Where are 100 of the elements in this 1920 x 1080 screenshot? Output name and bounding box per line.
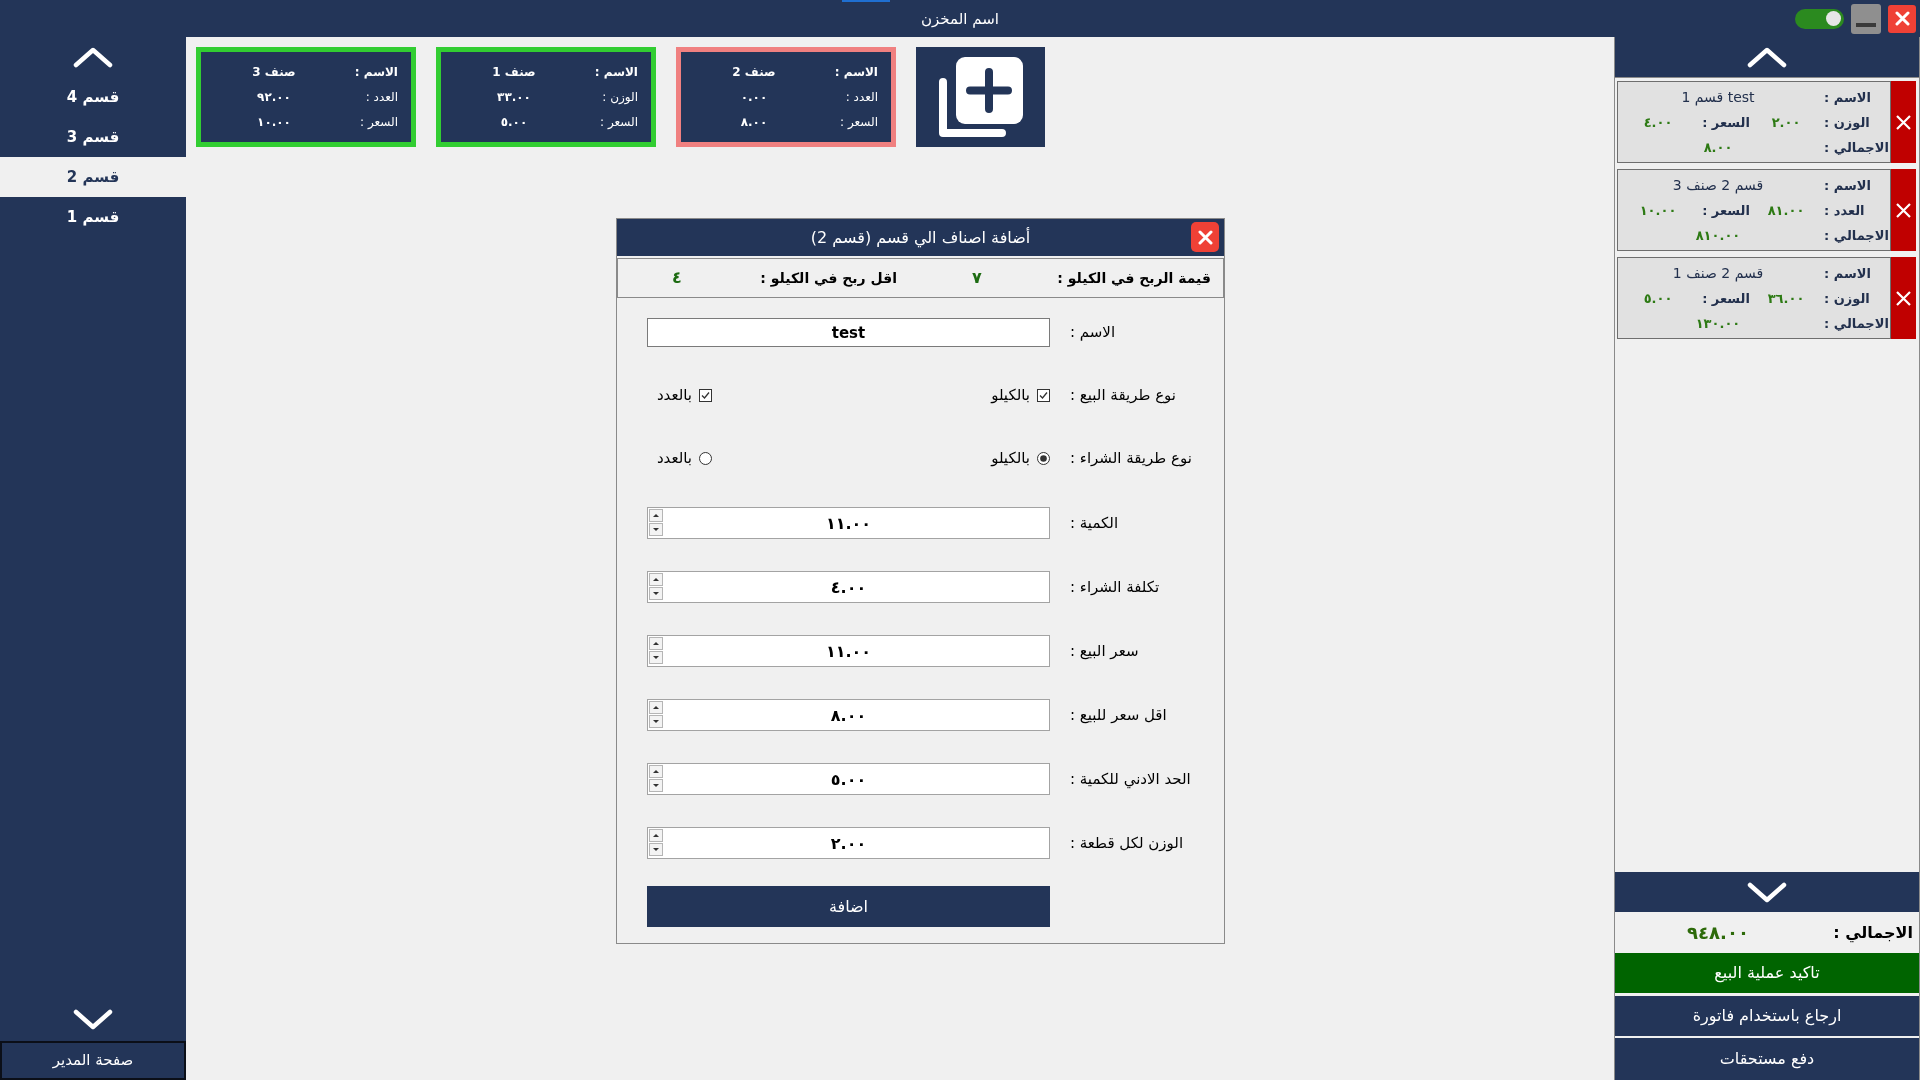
remove-button[interactable] <box>1891 81 1916 163</box>
checkbox[interactable] <box>1037 388 1050 402</box>
dialog-title: أضافة اصناف الي قسم (قسم 2) <box>810 226 1031 250</box>
number-field[interactable]: ٨.٠٠ <box>647 699 1050 731</box>
action-button[interactable]: ارجاع باستخدام فاتورة <box>1615 996 1919 1036</box>
remove-button[interactable] <box>1891 169 1916 251</box>
cart-label: السعر : <box>1701 289 1751 308</box>
grand-total-value: ٩٤٨.٠٠ <box>1686 921 1750 945</box>
add-item-button[interactable] <box>916 47 1045 147</box>
card-label: السعر : <box>839 113 878 131</box>
cart-label: الاسم : <box>1823 176 1872 195</box>
caret-up-icon <box>653 514 659 517</box>
action-button[interactable]: دفع مستحقات <box>1615 1038 1919 1080</box>
chevron-down-icon <box>1747 881 1787 903</box>
remove-button[interactable] <box>1891 257 1916 339</box>
card-label: السعر : <box>599 113 638 131</box>
cart-value: ١٣٠.٠٠ <box>1694 314 1742 333</box>
cart-label: السعر : <box>1701 201 1751 220</box>
card-value: ٥.٠٠ <box>499 113 529 131</box>
grand-total-label: الاجمالي : <box>1832 921 1914 945</box>
card-label: العدد : <box>364 88 398 106</box>
chevron-up-icon <box>1747 46 1787 68</box>
radio-button[interactable] <box>1037 451 1050 465</box>
card-value: صنف 3 <box>251 63 297 81</box>
admin-page-button[interactable]: صفحة المدير <box>0 1041 186 1080</box>
cart-label: الوزن : <box>1823 113 1871 132</box>
close-icon <box>1894 11 1910 26</box>
cart-value: ٢.٠٠ <box>1770 113 1802 132</box>
sidebar-item[interactable]: قسم 3 <box>0 117 186 157</box>
cart-label: الوزن : <box>1823 289 1871 308</box>
spin-up-button[interactable] <box>649 701 663 714</box>
checkbox[interactable] <box>699 388 712 402</box>
name-field[interactable]: test <box>647 318 1050 347</box>
caret-up-icon <box>653 706 659 709</box>
radio-button[interactable] <box>699 451 712 465</box>
layered-plus-icon <box>937 56 1024 138</box>
close-button[interactable] <box>1888 4 1916 33</box>
spin-up-button[interactable] <box>649 765 663 778</box>
field-label: الاسم : <box>1070 322 1117 344</box>
x-icon <box>1896 202 1911 218</box>
minimize-button[interactable] <box>1851 3 1881 34</box>
cart-item-name: قسم 1 test <box>1680 88 1756 108</box>
spin-down-button[interactable] <box>649 843 663 856</box>
sidebar-item[interactable]: قسم 2 <box>0 157 186 197</box>
card-value: صنف 1 <box>491 63 537 81</box>
sidebar-item[interactable]: قسم 1 <box>0 197 186 237</box>
cart-value: ١٠.٠٠ <box>1638 201 1678 220</box>
field-label: الكمية : <box>1070 512 1120 534</box>
spin-down-button[interactable] <box>649 587 663 600</box>
close-button[interactable] <box>1191 222 1219 252</box>
number-field[interactable]: ٥.٠٠ <box>647 763 1050 795</box>
caret-down-icon <box>653 784 659 787</box>
field-label: الوزن لكل قطعة : <box>1070 832 1185 854</box>
sidebar-item[interactable]: قسم 4 <box>0 77 186 117</box>
field-label: الحد الادني للكمية : <box>1070 768 1192 791</box>
caret-down-icon <box>653 656 659 659</box>
caret-up-icon <box>653 770 659 773</box>
spin-up-button[interactable] <box>649 509 663 522</box>
item-card[interactable]: الاسم : صنف 1 الوزن : ٣٣.٠٠ السعر : ٥.٠٠ <box>436 47 656 147</box>
summary-value: ٧ <box>971 267 983 289</box>
card-label: العدد : <box>844 88 878 106</box>
card-value: صنف 2 <box>731 63 777 81</box>
close-icon <box>1197 229 1213 245</box>
number-field[interactable]: ٤.٠٠ <box>647 571 1050 603</box>
caret-down-icon <box>653 848 659 851</box>
summary-label: اقل ربح في الكيلو : <box>759 268 898 289</box>
spin-down-button[interactable] <box>649 651 663 664</box>
field-label: تكلفة الشراء : <box>1070 576 1161 598</box>
caret-down-icon <box>653 592 659 595</box>
cart-value: ٥.٠٠ <box>1642 289 1674 308</box>
option-label: بالعدد <box>656 384 692 406</box>
cart-label: الاجمالي : <box>1823 226 1890 245</box>
toggle-switch[interactable] <box>1795 8 1844 29</box>
number-field[interactable]: ١١.٠٠ <box>647 635 1050 667</box>
item-card[interactable]: الاسم : صنف 3 العدد : ٩٢.٠٠ السعر : ١٠.٠٠ <box>196 47 416 147</box>
add-button[interactable]: اضافة <box>647 886 1050 927</box>
cart-label: الاجمالي : <box>1823 138 1890 157</box>
cart-value: ٣٦.٠٠ <box>1766 289 1806 308</box>
confirm-sale-button[interactable]: تاكيد عملية البيع <box>1615 953 1919 993</box>
field-label: سعر البيع : <box>1070 640 1140 662</box>
spin-down-button[interactable] <box>649 779 663 792</box>
number-field[interactable]: ٢.٠٠ <box>647 827 1050 859</box>
spin-up-button[interactable] <box>649 637 663 650</box>
field-label: نوع طريقة البيع : <box>1070 384 1178 406</box>
cart-value: ٨.٠٠ <box>1702 138 1734 157</box>
caret-up-icon <box>653 578 659 581</box>
spin-down-button[interactable] <box>649 523 663 536</box>
option-label: بالعدد <box>656 447 692 469</box>
number-field[interactable]: ١١.٠٠ <box>647 507 1050 539</box>
spin-down-button[interactable] <box>649 715 663 728</box>
card-label: السعر : <box>359 113 398 131</box>
field-label: نوع طريقة الشراء : <box>1070 447 1193 469</box>
item-card[interactable]: الاسم : صنف 2 العدد : ٠.٠٠ السعر : ٨.٠٠ <box>676 47 896 147</box>
cart-label: الاجمالي : <box>1823 314 1890 333</box>
spin-up-button[interactable] <box>649 829 663 842</box>
card-label: الوزن : <box>601 88 638 106</box>
x-icon <box>1896 114 1911 130</box>
spin-up-button[interactable] <box>649 573 663 586</box>
caret-down-icon <box>653 528 659 531</box>
cart-label: السعر : <box>1701 113 1751 132</box>
